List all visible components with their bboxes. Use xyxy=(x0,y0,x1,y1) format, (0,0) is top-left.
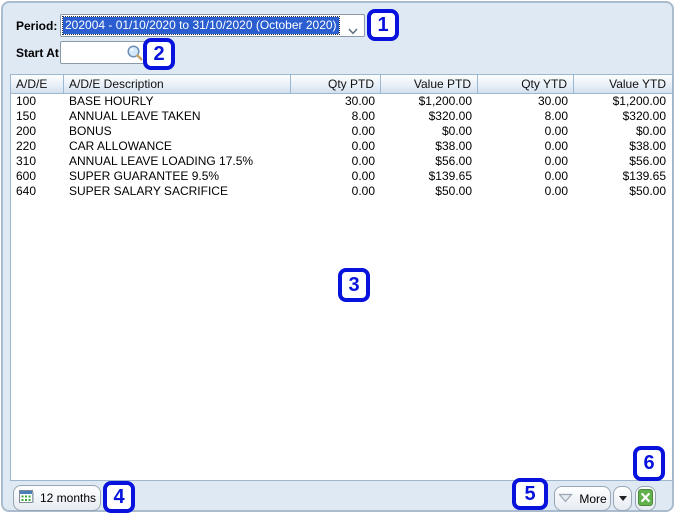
cell-ade: 640 xyxy=(11,184,64,199)
cell-description: SUPER SALARY SACRIFICE xyxy=(64,184,291,199)
down-triangle-icon xyxy=(558,492,573,506)
annotation-callout-1: 1 xyxy=(367,9,399,41)
column-header-value-ytd[interactable]: Value YTD xyxy=(574,75,672,93)
cell-qty-ytd: 0.00 xyxy=(478,154,574,169)
twelve-months-label: 12 months xyxy=(40,491,96,505)
table-row[interactable]: 220 CAR ALLOWANCE 0.00 $38.00 0.00 $38.0… xyxy=(11,139,672,154)
cell-qty-ptd: 30.00 xyxy=(291,94,381,109)
cell-value-ytd: $50.00 xyxy=(574,184,672,199)
cell-description: BASE HOURLY xyxy=(64,94,291,109)
cell-description: CAR ALLOWANCE xyxy=(64,139,291,154)
annotation-callout-3: 3 xyxy=(338,268,370,302)
table-row[interactable]: 150 ANNUAL LEAVE TAKEN 8.00 $320.00 8.00… xyxy=(11,109,672,124)
start-at-label: Start At: xyxy=(16,42,63,64)
cell-qty-ptd: 0.00 xyxy=(291,124,381,139)
cell-value-ytd: $56.00 xyxy=(574,154,672,169)
cell-qty-ytd: 8.00 xyxy=(478,109,574,124)
excel-export-icon xyxy=(638,489,653,509)
cell-value-ptd: $139.65 xyxy=(381,169,478,184)
cell-value-ptd: $320.00 xyxy=(381,109,478,124)
annotation-callout-4: 4 xyxy=(103,481,135,513)
period-combobox[interactable]: 202004 - 01/10/2020 to 31/10/2020 (Octob… xyxy=(60,14,365,37)
more-button-label: More xyxy=(579,492,606,506)
cell-value-ytd: $1,200.00 xyxy=(574,94,672,109)
cell-value-ptd: $50.00 xyxy=(381,184,478,199)
dropdown-arrow-icon xyxy=(619,496,627,501)
table-row[interactable]: 600 SUPER GUARANTEE 9.5% 0.00 $139.65 0.… xyxy=(11,169,672,184)
cell-qty-ytd: 30.00 xyxy=(478,94,574,109)
cell-ade: 100 xyxy=(11,94,64,109)
cell-value-ytd: $139.65 xyxy=(574,169,672,184)
cell-qty-ptd: 8.00 xyxy=(291,109,381,124)
chevron-down-icon xyxy=(348,22,358,40)
cell-ade: 220 xyxy=(11,139,64,154)
cell-description: ANNUAL LEAVE LOADING 17.5% xyxy=(64,154,291,169)
cell-ade: 310 xyxy=(11,154,64,169)
cell-qty-ytd: 0.00 xyxy=(478,184,574,199)
grid-panel: Period: 202004 - 01/10/2020 to 31/10/202… xyxy=(1,1,674,512)
period-label: Period: xyxy=(16,15,57,37)
start-at-field xyxy=(60,41,148,64)
calendar-grid-icon xyxy=(18,489,35,507)
cell-value-ytd: $320.00 xyxy=(574,109,672,124)
cell-qty-ptd: 0.00 xyxy=(291,154,381,169)
table-row[interactable]: 310 ANNUAL LEAVE LOADING 17.5% 0.00 $56.… xyxy=(11,154,672,169)
column-header-qty-ptd[interactable]: Qty PTD xyxy=(291,75,381,93)
cell-description: ANNUAL LEAVE TAKEN xyxy=(64,109,291,124)
column-header-description[interactable]: A/D/E Description xyxy=(64,75,291,93)
cell-ade: 200 xyxy=(11,124,64,139)
table-header: A/D/E A/D/E Description Qty PTD Value PT… xyxy=(11,75,672,94)
table-row[interactable]: 640 SUPER SALARY SACRIFICE 0.00 $50.00 0… xyxy=(11,184,672,199)
cell-description: BONUS xyxy=(64,124,291,139)
cell-ade: 150 xyxy=(11,109,64,124)
start-at-input[interactable] xyxy=(63,44,123,61)
column-header-ade[interactable]: A/D/E xyxy=(11,75,64,93)
more-button[interactable]: More xyxy=(554,486,611,511)
cell-value-ptd: $1,200.00 xyxy=(381,94,478,109)
cell-qty-ptd: 0.00 xyxy=(291,184,381,199)
annotation-callout-5: 5 xyxy=(512,478,548,510)
cell-qty-ytd: 0.00 xyxy=(478,139,574,154)
annotation-callout-2: 2 xyxy=(143,38,175,70)
cell-value-ytd: $0.00 xyxy=(574,124,672,139)
twelve-months-button[interactable]: 12 months xyxy=(13,485,101,511)
cell-qty-ytd: 0.00 xyxy=(478,169,574,184)
column-header-value-ptd[interactable]: Value PTD xyxy=(381,75,478,93)
cell-value-ptd: $56.00 xyxy=(381,154,478,169)
table-row[interactable]: 100 BASE HOURLY 30.00 $1,200.00 30.00 $1… xyxy=(11,94,672,109)
cell-qty-ptd: 0.00 xyxy=(291,169,381,184)
table-row[interactable]: 200 BONUS 0.00 $0.00 0.00 $0.00 xyxy=(11,124,672,139)
cell-description: SUPER GUARANTEE 9.5% xyxy=(64,169,291,184)
cell-qty-ytd: 0.00 xyxy=(478,124,574,139)
cell-value-ptd: $0.00 xyxy=(381,124,478,139)
column-header-qty-ytd[interactable]: Qty YTD xyxy=(478,75,574,93)
cell-value-ptd: $38.00 xyxy=(381,139,478,154)
cell-ade: 600 xyxy=(11,169,64,184)
period-selected-value: 202004 - 01/10/2020 to 31/10/2020 (Octob… xyxy=(63,17,339,34)
magnifier-icon[interactable] xyxy=(126,44,144,67)
cell-value-ytd: $38.00 xyxy=(574,139,672,154)
excel-export-button[interactable] xyxy=(635,486,656,511)
annotation-callout-6: 6 xyxy=(633,446,665,481)
cell-qty-ptd: 0.00 xyxy=(291,139,381,154)
more-dropdown-button[interactable] xyxy=(613,486,632,511)
